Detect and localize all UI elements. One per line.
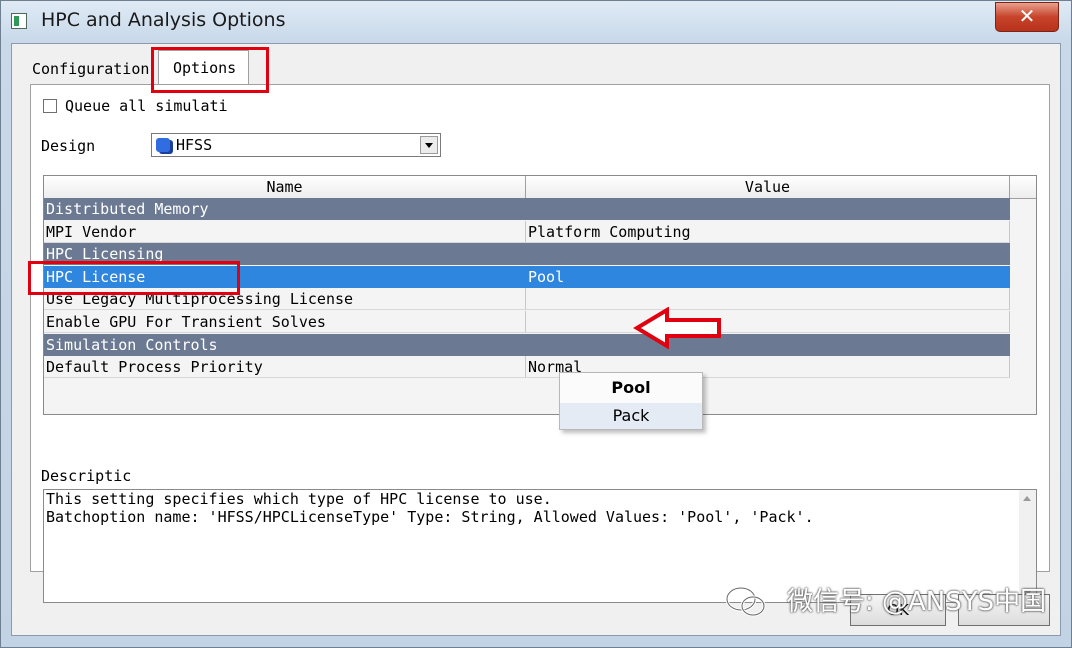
table-row[interactable]: Enable GPU For Transient Solves	[44, 311, 1010, 333]
dialog-client-area: Configuration Options Queue all simulati…	[11, 43, 1061, 636]
property-value-cell[interactable]	[526, 288, 1010, 311]
tab-configuration[interactable]: Configuration	[32, 53, 149, 85]
table-row[interactable]: Simulation Controls	[44, 333, 1010, 356]
properties-grid: Name Value Distributed Memory MPI Vendor P…	[43, 175, 1037, 415]
property-value-cell[interactable]	[526, 311, 1010, 333]
table-row[interactable]: Distributed Memory	[44, 198, 1010, 220]
property-name-cell: Enable GPU For Transient Solves	[44, 311, 526, 333]
column-header-value[interactable]: Value	[526, 176, 1010, 198]
hfss-cube-icon	[156, 138, 170, 152]
column-header-name[interactable]: Name	[44, 176, 526, 198]
dropdown-option-pack[interactable]: Pack	[560, 403, 702, 429]
property-name-cell: Simulation Controls	[44, 333, 526, 356]
hpc-options-dialog: HPC and Analysis Options ✕ Configuration…	[0, 0, 1072, 648]
title-bar[interactable]: HPC and Analysis Options ✕	[1, 1, 1071, 43]
property-value-cell[interactable]	[526, 333, 1010, 356]
design-label: Design	[41, 137, 96, 155]
property-value-cell[interactable]	[526, 243, 1010, 266]
options-panel: Queue all simulati Design HFSS Name Valu…	[30, 84, 1050, 603]
watermark-text: 微信号: @ANSYS中国	[787, 587, 1047, 617]
table-row[interactable]: MPI Vendor Platform Computing	[44, 220, 1010, 243]
description-line-2: Batchoption name: 'HFSS/HPCLicenseType' …	[46, 508, 814, 526]
app-icon	[11, 13, 27, 29]
chevron-down-icon[interactable]	[420, 136, 438, 154]
window-title: HPC and Analysis Options	[41, 9, 286, 31]
table-row[interactable]: Default Process Priority Normal	[44, 356, 1010, 379]
property-value-cell[interactable]: Pool	[526, 265, 1010, 288]
property-value-cell[interactable]	[526, 198, 1010, 220]
property-name-cell: Default Process Priority	[44, 356, 526, 379]
dropdown-option-pool[interactable]: Pool	[560, 375, 702, 401]
wechat-icon	[725, 586, 766, 617]
property-name-cell: Distributed Memory	[44, 198, 526, 220]
grid-header: Name Value	[44, 176, 1036, 199]
queue-all-checkbox[interactable]	[43, 99, 57, 113]
queue-all-label: Queue all simulati	[65, 97, 228, 115]
property-name-cell: MPI Vendor	[44, 220, 526, 243]
close-button[interactable]: ✕	[995, 2, 1059, 32]
description-label: Descriptic	[41, 467, 132, 485]
design-select-value: HFSS	[176, 136, 213, 154]
annotation-arrow-icon	[633, 307, 721, 349]
description-line-1: This setting specifies which type of HPC…	[46, 490, 552, 508]
license-type-dropdown: Pool Pack	[559, 372, 703, 430]
property-value-cell[interactable]: Platform Computing	[526, 220, 1010, 243]
design-select[interactable]: HFSS	[151, 133, 441, 157]
annotation-box-hpc-license	[28, 261, 240, 295]
annotation-box-options-tab	[151, 47, 269, 93]
